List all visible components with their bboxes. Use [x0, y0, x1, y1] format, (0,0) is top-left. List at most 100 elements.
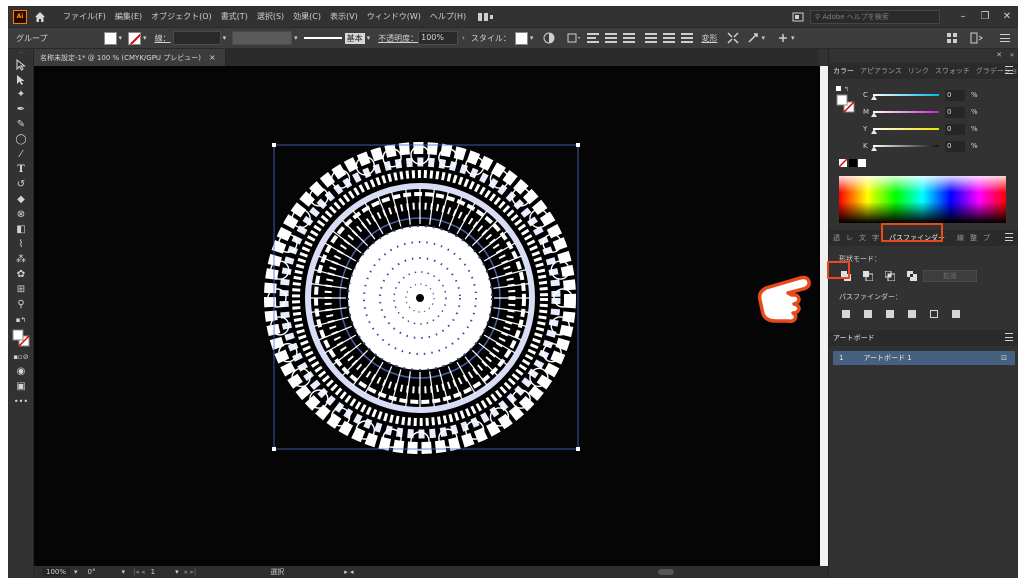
slider-thumb[interactable] — [871, 129, 877, 134]
magenta-value[interactable]: 0 — [945, 106, 965, 118]
stroke-label[interactable]: 線： — [155, 33, 171, 44]
black-value[interactable]: 0 — [945, 140, 965, 152]
chevron-down-icon[interactable]: ▾ — [367, 34, 371, 42]
intersect-button[interactable] — [883, 270, 897, 282]
tab-transparency[interactable]: 透 — [833, 233, 840, 243]
home-icon[interactable] — [33, 10, 47, 24]
align-bottom-icon[interactable] — [681, 33, 694, 43]
magenta-bar[interactable] — [873, 111, 939, 113]
chevron-down-icon[interactable]: ▾ — [530, 34, 534, 42]
toolbar-grip-icon[interactable]: ·· — [8, 49, 34, 57]
artboard-tool-icon[interactable]: ⊞ — [8, 282, 34, 297]
mandala-artwork[interactable] — [34, 66, 820, 566]
black-slider[interactable]: K 0 % — [829, 139, 1018, 153]
selection-tool-icon[interactable] — [8, 57, 34, 72]
menu-object[interactable]: オブジェクト(O) — [151, 11, 212, 22]
arrange-icon[interactable] — [946, 32, 958, 44]
horizontal-scrollbar-thumb[interactable] — [657, 569, 674, 575]
last-artboard-icon[interactable]: ▸ ▸| — [185, 568, 197, 576]
artboard-canvas[interactable] — [34, 66, 820, 566]
yellow-bar[interactable] — [873, 128, 939, 130]
menu-file[interactable]: ファイル(F) — [63, 11, 106, 22]
merge-button[interactable] — [883, 308, 897, 320]
tab-artboards[interactable]: アートボード — [833, 333, 875, 343]
edit-toolbar-icon[interactable]: ••• — [8, 394, 34, 409]
magic-wand-tool-icon[interactable]: ✦ — [8, 87, 34, 102]
close-window-icon[interactable]: ✕ — [996, 11, 1018, 22]
menu-type[interactable]: 書式(T) — [221, 11, 248, 22]
color-spectrum[interactable] — [839, 176, 1006, 223]
divide-button[interactable] — [839, 308, 853, 320]
blend-tool-icon[interactable]: ⁂ — [8, 252, 34, 267]
opacity-label[interactable]: 不透明度： — [378, 33, 418, 44]
cyan-bar[interactable] — [873, 94, 939, 96]
drawing-mode-icon[interactable]: ◉ — [8, 364, 34, 379]
align-left-icon[interactable] — [587, 33, 600, 43]
artboard-options-icon[interactable]: ⊡ — [1001, 354, 1007, 362]
selection-handle[interactable] — [272, 143, 276, 147]
status-menu-icon[interactable]: ▸ ◂ — [344, 568, 353, 576]
panel-menu-icon[interactable] — [1005, 233, 1013, 241]
outline-button[interactable] — [927, 308, 941, 320]
tab-brushes[interactable]: ブ — [983, 233, 990, 243]
curvature-tool-icon[interactable]: ✎ — [8, 117, 34, 132]
crop-button[interactable] — [905, 308, 919, 320]
yellow-value[interactable]: 0 — [945, 123, 965, 135]
tab-color[interactable]: カラー — [833, 66, 854, 76]
chevron-down-icon[interactable]: ▾ — [143, 34, 147, 42]
slider-thumb[interactable] — [871, 112, 877, 117]
workspace-switcher-icon[interactable] — [478, 12, 496, 22]
chevron-down-icon[interactable]: ▾ — [294, 34, 298, 42]
yellow-slider[interactable]: Y 0 % — [829, 122, 1018, 136]
default-colors-icon[interactable]: ▪↰ — [8, 312, 34, 327]
close-icon[interactable]: ✕ — [996, 51, 1002, 59]
magenta-slider[interactable]: M 0 % — [829, 105, 1018, 119]
ellipse-tool-icon[interactable]: ◯ — [8, 132, 34, 147]
screen-mode-icon[interactable]: ▣ — [8, 379, 34, 394]
eyedropper-tool-icon[interactable]: ⌇ — [8, 237, 34, 252]
trim-button[interactable] — [861, 308, 875, 320]
symbol-sprayer-tool-icon[interactable]: ✿ — [8, 267, 34, 282]
panel-toggle-icon[interactable] — [970, 32, 984, 44]
collapse-panels-icon[interactable]: » — [1010, 51, 1014, 59]
direct-selection-tool-icon[interactable] — [8, 72, 34, 87]
expand-button[interactable]: 拡張 — [923, 270, 977, 282]
document-tab[interactable]: 名称未設定-1* @ 100 % (CMYK/GPU プレビュー) × — [34, 49, 226, 66]
graphic-style-swatch[interactable] — [514, 31, 528, 45]
stroke-swatch[interactable] — [128, 31, 142, 45]
variable-width-field[interactable] — [232, 31, 293, 45]
menu-view[interactable]: 表示(V) — [330, 11, 358, 22]
cyan-slider[interactable]: C 0 % — [829, 88, 1018, 102]
opacity-field[interactable]: 100% — [418, 31, 459, 45]
exclude-button[interactable] — [905, 270, 919, 282]
arrange-documents-icon[interactable] — [792, 12, 804, 22]
menu-edit[interactable]: 編集(E) — [115, 11, 142, 22]
transform-link[interactable]: 変形 — [701, 33, 717, 44]
tab-appearance[interactable]: アピアランス — [860, 66, 902, 76]
pen-tool-icon[interactable]: ✒ — [8, 102, 34, 117]
align-middle-icon[interactable] — [663, 33, 676, 43]
cyan-value[interactable]: 0 — [945, 89, 965, 101]
tab-layers[interactable]: レ — [846, 233, 853, 243]
width-tool-icon[interactable]: ⊗ — [8, 207, 34, 222]
minus-back-button[interactable] — [949, 308, 963, 320]
brush-definition[interactable]: 基本 — [344, 32, 365, 44]
align-top-icon[interactable] — [645, 33, 658, 43]
vertical-scrollbar[interactable] — [820, 66, 828, 566]
minus-front-button[interactable] — [861, 270, 875, 282]
first-artboard-icon[interactable]: |◂ ◂ — [133, 568, 145, 576]
panel-menu-icon[interactable] — [1005, 66, 1013, 74]
quick-actions-icon[interactable] — [747, 32, 759, 44]
tab-swatches[interactable]: スウォッチ — [935, 66, 970, 76]
chevron-right-icon[interactable]: › — [462, 34, 465, 42]
restore-icon[interactable]: ❐ — [974, 11, 996, 22]
chevron-down-icon[interactable]: ▾ — [791, 34, 795, 42]
chevron-down-icon[interactable]: ▾ — [122, 568, 126, 576]
selection-handle[interactable] — [272, 447, 276, 451]
fill-swatch[interactable] — [103, 31, 117, 45]
black-bar[interactable] — [873, 145, 939, 147]
tab-glyphs[interactable]: 字 — [872, 233, 879, 243]
selection-handle[interactable] — [576, 447, 580, 451]
selection-handle[interactable] — [576, 143, 580, 147]
eraser-tool-icon[interactable]: ◆ — [8, 192, 34, 207]
